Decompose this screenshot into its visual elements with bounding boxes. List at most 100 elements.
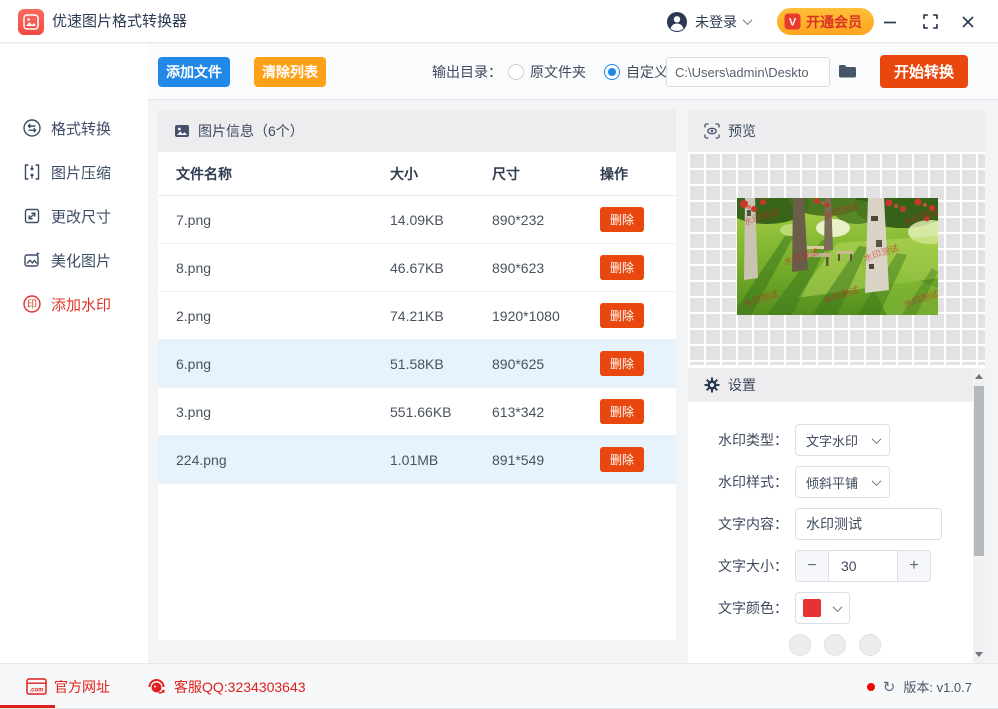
- delete-button[interactable]: 删除: [600, 255, 644, 280]
- scroll-down-arrow-icon[interactable]: [975, 652, 983, 657]
- file-list-panel: 图片信息（6个） 文件名称 大小 尺寸 操作 7.png 14.09KB 890…: [158, 110, 676, 640]
- table-row[interactable]: 224.png 1.01MB 891*549 删除: [158, 436, 676, 484]
- maximize-icon: [923, 14, 938, 29]
- sidebar-item-beautify[interactable]: 美化图片: [0, 238, 148, 282]
- preview-header: 预览: [688, 110, 985, 152]
- close-button[interactable]: [951, 0, 985, 43]
- file-size: 551.66KB: [390, 404, 492, 420]
- font-size-value[interactable]: 30: [828, 551, 898, 581]
- scroll-up-arrow-icon[interactable]: [975, 374, 983, 379]
- svg-text:.com: .com: [29, 688, 43, 694]
- app-window: 优速图片格式转换器 未登录 V 开通会员 格式转换 图片压缩: [0, 0, 998, 708]
- customer-service-link[interactable]: 客服QQ:3234303643: [146, 664, 306, 709]
- delete-button[interactable]: 删除: [600, 447, 644, 472]
- sidebar-item-watermark[interactable]: 印 添加水印: [0, 282, 148, 326]
- col-header-dims: 尺寸: [492, 164, 600, 184]
- minimize-icon: [883, 15, 897, 29]
- output-path-input[interactable]: [666, 57, 830, 87]
- official-website-link[interactable]: .com 官方网址: [26, 664, 110, 709]
- watermark-type-select[interactable]: 文字水印: [795, 424, 890, 456]
- radio-unchecked-icon[interactable]: [508, 64, 524, 80]
- file-list-header: 图片信息（6个）: [158, 110, 676, 152]
- watermark-type-label: 水印类型：: [718, 430, 795, 450]
- convert-icon: [22, 118, 42, 138]
- check-update-icon[interactable]: ↻: [883, 678, 896, 696]
- option-circle[interactable]: [859, 634, 881, 656]
- folder-icon: [838, 64, 857, 79]
- start-convert-button[interactable]: 开始转换: [880, 55, 968, 88]
- compress-icon: [22, 162, 42, 182]
- vip-label: 开通会员: [806, 12, 862, 32]
- col-header-action: 操作: [600, 164, 676, 184]
- svg-text:V: V: [789, 17, 797, 29]
- text-content-label: 文字内容：: [718, 514, 795, 534]
- watermark-seal-icon: 印: [22, 294, 42, 314]
- radio-checked-icon[interactable]: [604, 64, 620, 80]
- sidebar-item-label: 添加水印: [51, 294, 111, 315]
- file-name: 8.png: [176, 260, 390, 276]
- watermark-style-value: 倾斜平铺: [806, 473, 858, 492]
- option-circle[interactable]: [789, 634, 811, 656]
- sidebar-item-compress[interactable]: 图片压缩: [0, 150, 148, 194]
- radio-custom[interactable]: 自定义: [604, 62, 668, 82]
- maximize-button[interactable]: [913, 0, 947, 43]
- table-row[interactable]: 6.png 51.58KB 890*625 删除: [158, 340, 676, 388]
- file-name: 2.png: [176, 308, 390, 324]
- table-row[interactable]: 3.png 551.66KB 613*342 删除: [158, 388, 676, 436]
- clear-list-button[interactable]: 清除列表: [254, 57, 326, 87]
- sidebar-item-format-convert[interactable]: 格式转换: [0, 106, 148, 150]
- vip-badge-icon: V: [784, 13, 801, 30]
- watermark-style-label: 水印样式：: [718, 472, 795, 492]
- login-status: 未登录: [695, 12, 737, 32]
- color-picker[interactable]: [795, 592, 850, 624]
- file-name: 7.png: [176, 212, 390, 228]
- watermark-style-select[interactable]: 倾斜平铺: [795, 466, 890, 498]
- transparency-grid: 水印测试 水印测试 水印测试 水印测试 水印测试 水印测试 水印测试 水印测试: [688, 152, 985, 365]
- chevron-down-icon: [872, 476, 882, 486]
- table-row[interactable]: 7.png 14.09KB 890*232 删除: [158, 196, 676, 244]
- file-name: 6.png: [176, 356, 390, 372]
- table-row[interactable]: 8.png 46.67KB 890*623 删除: [158, 244, 676, 292]
- settings-scrollbar[interactable]: [973, 368, 985, 663]
- delete-button[interactable]: 删除: [600, 351, 644, 376]
- minimize-button[interactable]: [873, 0, 907, 43]
- text-size-row: 文字大小： − 30 +: [718, 550, 973, 582]
- file-name: 224.png: [176, 452, 390, 468]
- output-dir-options: 原文件夹 自定义: [508, 44, 668, 100]
- resize-icon: [22, 206, 42, 226]
- text-size-label: 文字大小：: [718, 556, 795, 576]
- beautify-icon: [22, 250, 42, 270]
- watermark-type-row: 水印类型： 文字水印: [718, 424, 973, 456]
- browse-folder-button[interactable]: [838, 64, 857, 84]
- footer-bar: .com 官方网址 客服QQ:3234303643 ↻ 版本: v1.0.7: [0, 663, 998, 708]
- file-size: 74.21KB: [390, 308, 492, 324]
- sidebar-item-resize[interactable]: 更改尺寸: [0, 194, 148, 238]
- delete-button[interactable]: 删除: [600, 303, 644, 328]
- option-circle[interactable]: [824, 634, 846, 656]
- scrollbar-thumb[interactable]: [974, 386, 984, 556]
- sidebar: 格式转换 图片压缩 更改尺寸 美化图片 印 添加水印: [0, 44, 148, 663]
- official-website-label: 官方网址: [54, 677, 110, 697]
- gear-icon: [704, 377, 720, 393]
- vip-button[interactable]: V 开通会员: [777, 8, 874, 35]
- account-menu[interactable]: 未登录: [666, 0, 751, 43]
- radio-custom-label: 自定义: [626, 62, 668, 82]
- file-list-title: 图片信息（6个）: [198, 121, 304, 141]
- preview-eye-icon: [704, 123, 720, 139]
- settings-header: 设置: [688, 368, 973, 402]
- table-row[interactable]: 2.png 74.21KB 1920*1080 删除: [158, 292, 676, 340]
- close-icon: [961, 15, 975, 29]
- file-size: 1.01MB: [390, 452, 492, 468]
- add-files-button[interactable]: 添加文件: [158, 57, 230, 87]
- decrease-button[interactable]: −: [796, 551, 828, 581]
- file-size: 14.09KB: [390, 212, 492, 228]
- app-title: 优速图片格式转换器: [52, 0, 187, 43]
- increase-button[interactable]: +: [898, 551, 930, 581]
- preview-image: 水印测试 水印测试 水印测试 水印测试 水印测试 水印测试 水印测试 水印测试: [737, 198, 938, 315]
- image-info-icon: [174, 123, 190, 139]
- delete-button[interactable]: 删除: [600, 399, 644, 424]
- watermark-text-input[interactable]: [795, 508, 942, 540]
- radio-original-folder[interactable]: 原文件夹: [508, 62, 586, 82]
- chevron-down-icon: [833, 602, 843, 612]
- delete-button[interactable]: 删除: [600, 207, 644, 232]
